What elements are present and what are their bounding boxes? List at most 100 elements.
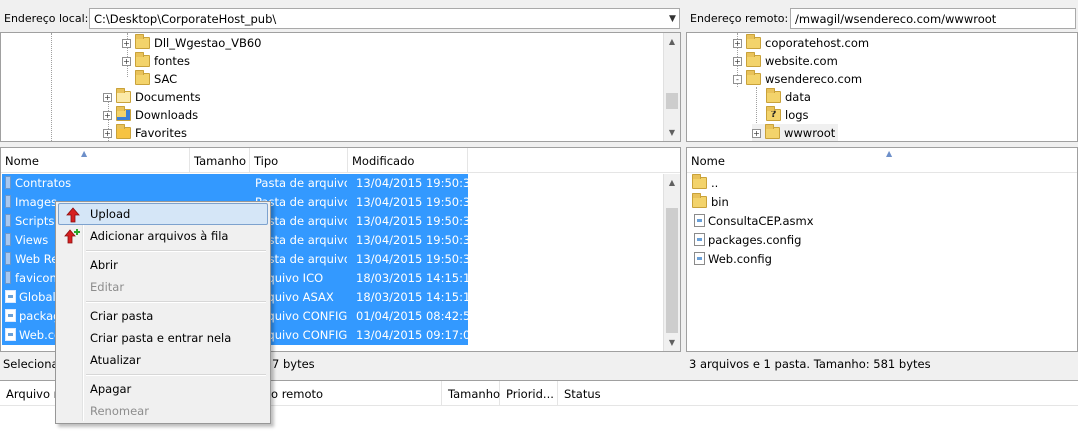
menu-item-create-folder[interactable]: Criar pasta (58, 305, 268, 327)
queue-column-label: Tamanho (448, 387, 501, 401)
queue-column-size[interactable]: Tamanho (442, 381, 500, 406)
row-name: Contratos (15, 176, 72, 190)
expand-icon[interactable]: + (733, 38, 742, 48)
sort-ascending-icon: ▲ (886, 149, 893, 158)
menu-item-label: Abrir (90, 258, 118, 272)
table-row[interactable]: Contratos Pasta de arquivos 13/04/2015 1… (2, 174, 468, 193)
folder-icon (135, 70, 150, 85)
remote-tree-item[interactable]: - wsendereco.com (733, 70, 862, 88)
folder-icon (5, 214, 11, 227)
remote-address-bar: Endereço remoto: /mwagil/wsendereco.com/… (686, 6, 1078, 32)
menu-item-upload[interactable]: Upload (58, 203, 268, 225)
row-name: ConsultaCEP.asmx (708, 214, 814, 228)
folder-icon (765, 124, 780, 139)
scroll-thumb[interactable] (666, 93, 678, 109)
documents-folder-icon (116, 88, 131, 103)
menu-item-label: Atualizar (90, 353, 141, 367)
folder-icon (746, 34, 761, 49)
row-modified: 01/04/2015 08:42:57 (356, 309, 468, 323)
column-size[interactable]: Tamanho (190, 148, 250, 173)
menu-item-open[interactable]: Abrir (58, 254, 268, 276)
menu-item-refresh[interactable]: Atualizar (58, 349, 268, 371)
column-name-label: Nome (5, 154, 39, 168)
table-row[interactable]: packages.config (688, 231, 1068, 250)
table-row[interactable]: .. (688, 174, 1068, 193)
column-type-label: Tipo (254, 154, 279, 168)
local-tree-item[interactable]: + Dll_Wgestao_VB60 (122, 34, 261, 52)
expand-icon[interactable]: + (103, 110, 112, 120)
table-row[interactable]: bin (688, 193, 1068, 212)
scroll-thumb[interactable] (666, 208, 678, 333)
column-type[interactable]: Tipo (250, 148, 348, 173)
row-name: Views (15, 233, 49, 247)
folder-icon (5, 252, 11, 265)
remote-address-label: Endereço remoto: (690, 12, 789, 25)
local-list-scrollbar[interactable]: ▲ ▼ (663, 174, 680, 351)
local-tree-scrollbar[interactable]: ▲ ▼ (663, 33, 680, 141)
local-tree-item-label: Dll_Wgestao_VB60 (154, 36, 262, 50)
expand-icon[interactable]: + (103, 92, 112, 102)
menu-item-label: Renomear (90, 404, 149, 418)
column-modified[interactable]: Modificado (348, 148, 468, 173)
expand-icon[interactable]: + (103, 128, 112, 138)
upload-arrow-icon (66, 207, 80, 223)
file-icon (694, 214, 705, 227)
local-tree-item[interactable]: + Downloads (103, 106, 198, 124)
local-address-label: Endereço local: (4, 12, 89, 25)
queue-column-status[interactable]: Status (558, 381, 678, 406)
menu-item-edit: Editar (58, 276, 268, 298)
favorites-folder-icon (116, 124, 131, 139)
queue-column-remote-file[interactable]: ivo remoto (255, 381, 442, 406)
table-row[interactable]: Web.config (688, 250, 1068, 269)
table-row[interactable]: ConsultaCEP.asmx (688, 212, 1068, 231)
queue-column-priority[interactable]: Priorid... (500, 381, 558, 406)
remote-tree-item[interactable]: data (766, 88, 811, 106)
expand-icon[interactable]: + (122, 56, 131, 66)
scroll-down-icon[interactable]: ▼ (664, 334, 680, 351)
column-name[interactable]: Nome ▲ (687, 148, 1077, 173)
expand-icon[interactable]: + (752, 128, 761, 138)
file-icon (5, 309, 16, 322)
remote-tree-item[interactable]: ? logs (766, 106, 809, 124)
menu-item-label: Upload (90, 207, 131, 221)
menu-item-delete[interactable]: Apagar (58, 378, 268, 400)
scroll-down-icon[interactable]: ▼ (664, 124, 680, 141)
row-name: Scripts (15, 214, 55, 228)
row-type: Pasta de arquivos (255, 176, 347, 190)
remote-tree-item-label: logs (785, 108, 809, 122)
menu-item-add-to-queue[interactable]: Adicionar arquivos à fila (58, 225, 268, 247)
local-tree-item[interactable]: + fontes (122, 52, 190, 70)
local-tree-item[interactable]: + Favorites (103, 124, 187, 141)
local-address-value: C:\Desktop\CorporateHost_pub\ (94, 12, 277, 26)
folder-icon (5, 195, 11, 208)
column-size-label: Tamanho (194, 154, 247, 168)
remote-tree-item-selected[interactable]: + wwwroot (752, 124, 839, 141)
remote-status-text: 3 arquivos e 1 pasta. Tamanho: 581 bytes (689, 357, 931, 371)
scroll-up-icon[interactable]: ▲ (664, 33, 680, 50)
row-name: .. (711, 176, 719, 190)
remote-tree-item[interactable]: + coporatehost.com (733, 34, 869, 52)
expand-icon[interactable]: + (733, 56, 742, 66)
folder-icon (692, 174, 707, 189)
menu-item-label: Criar pasta (90, 309, 154, 323)
add-to-queue-icon (64, 229, 80, 244)
file-icon (5, 271, 11, 284)
local-tree: + Dll_Wgestao_VB60 + fontes SAC + Docume… (0, 32, 681, 142)
scroll-up-icon[interactable]: ▲ (664, 174, 680, 191)
menu-item-label: Editar (90, 280, 125, 294)
folder-icon (746, 52, 761, 67)
collapse-icon[interactable]: - (733, 74, 742, 84)
local-tree-item[interactable]: + Documents (103, 88, 201, 106)
local-address-dropdown-icon[interactable]: ▼ (664, 8, 681, 29)
remote-tree-item[interactable]: + website.com (733, 52, 838, 70)
column-name[interactable]: Nome ▲ (1, 148, 190, 173)
local-address-input[interactable]: C:\Desktop\CorporateHost_pub\ (89, 8, 680, 29)
context-menu: Upload Adicionar arquivos à fila Abrir E… (55, 201, 271, 424)
row-name: bin (711, 195, 729, 209)
local-tree-item[interactable]: SAC (135, 70, 177, 88)
remote-address-input[interactable]: /mwagil/wsendereco.com/wwwroot (790, 8, 1076, 29)
menu-item-create-folder-enter[interactable]: Criar pasta e entrar nela (58, 327, 268, 349)
queue-column-label: Status (564, 387, 601, 401)
row-modified: 13/04/2015 09:17:08 (356, 328, 468, 342)
expand-icon[interactable]: + (122, 38, 131, 48)
